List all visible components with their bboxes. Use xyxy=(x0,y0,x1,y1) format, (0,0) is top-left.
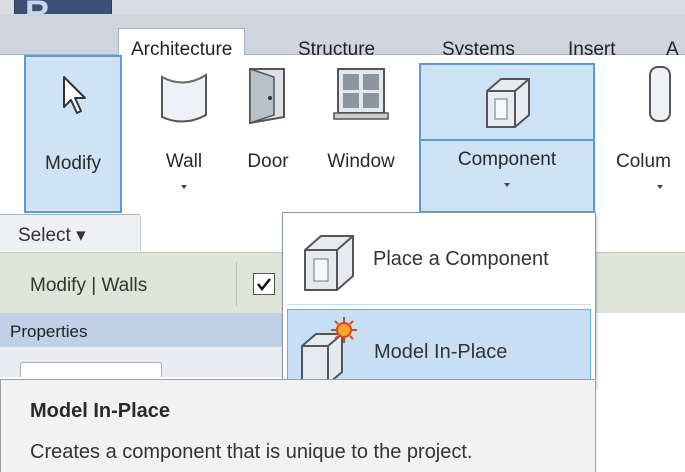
wall-icon xyxy=(161,73,207,123)
modify-label: Modify xyxy=(45,153,101,174)
menu-divider xyxy=(287,304,591,305)
chevron-down-icon xyxy=(504,183,510,187)
cursor-arrow-icon xyxy=(63,76,86,114)
door-icon xyxy=(249,67,285,125)
component-button-top[interactable] xyxy=(419,63,595,141)
component-button[interactable]: Component xyxy=(419,55,595,213)
menu-item-label: Place a Component xyxy=(373,248,549,270)
option-checkbox[interactable] xyxy=(253,273,275,295)
chevron-down-icon xyxy=(657,185,663,189)
ribbon-panel: Modify Wall Door Window Component Colum xyxy=(0,55,685,215)
wall-button[interactable]: Wall xyxy=(142,55,226,213)
chevron-down-icon xyxy=(181,185,187,189)
menu-item-place-component[interactable]: Place a Component xyxy=(287,217,591,301)
door-button[interactable]: Door xyxy=(236,55,300,213)
tooltip-title: Model In-Place xyxy=(30,400,171,422)
properties-title: Properties xyxy=(10,322,88,341)
options-divider xyxy=(236,262,237,306)
wall-label: Wall xyxy=(165,151,203,172)
component-dropdown-menu: Place a Component Model In-Place xyxy=(282,212,596,393)
column-button[interactable]: Colum xyxy=(612,55,685,213)
door-label: Door xyxy=(247,151,289,172)
component-icon xyxy=(486,78,530,128)
context-label: Modify | Walls xyxy=(30,275,148,296)
column-label: Colum xyxy=(616,151,671,172)
modify-button[interactable]: Modify xyxy=(24,55,122,213)
column-icon xyxy=(649,66,671,122)
select-panel-label[interactable]: Select ▾ xyxy=(18,224,86,247)
window-button[interactable]: Window xyxy=(306,55,416,213)
checkmark-icon xyxy=(257,278,271,292)
place-component-icon xyxy=(304,235,354,291)
ribbon-tab-bar: Architecture Structure Systems Insert A xyxy=(0,14,685,71)
type-selector[interactable] xyxy=(20,362,162,377)
window-icon xyxy=(333,68,389,120)
component-dropdown-toggle[interactable]: Component xyxy=(419,141,595,213)
window-label: Window xyxy=(327,151,395,172)
tooltip-description: Creates a component that is unique to th… xyxy=(30,441,473,463)
component-label: Component xyxy=(457,149,557,170)
